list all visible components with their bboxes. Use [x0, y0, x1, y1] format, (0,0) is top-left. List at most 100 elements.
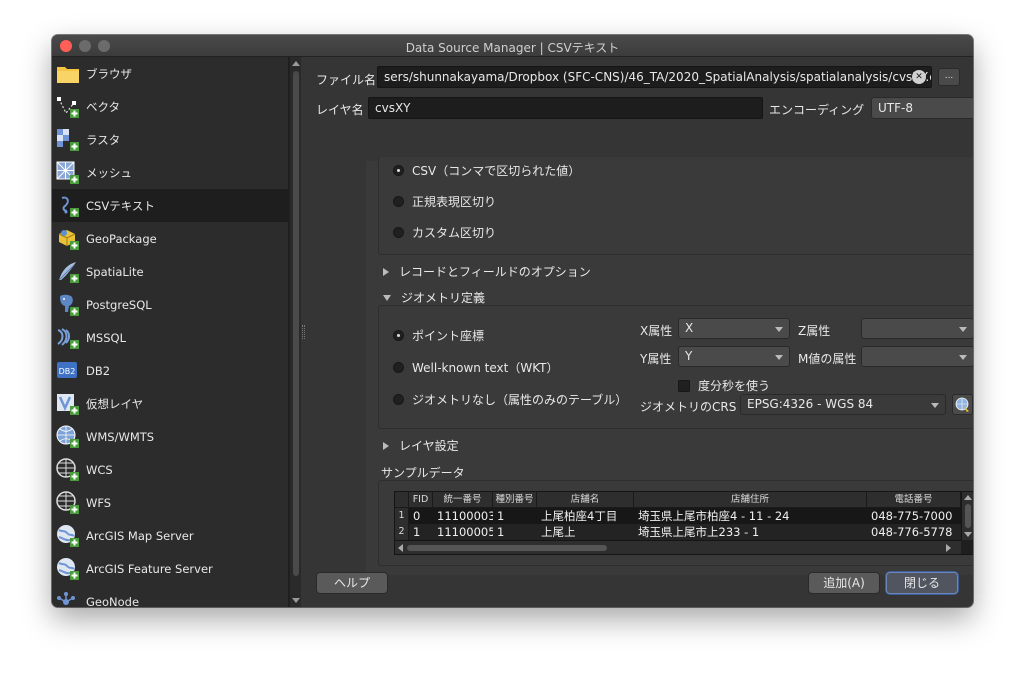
table-cell: 埼玉県上尾市上233 - 1: [638, 525, 760, 539]
globe-icon: [955, 397, 969, 412]
sidebar-item-virtual-layer[interactable]: 仮想レイヤ: [52, 387, 288, 420]
chevron-down-icon: [931, 403, 939, 408]
window-title: Data Source Manager | CSVテキスト: [405, 41, 620, 55]
column-header[interactable]: FID: [409, 492, 433, 508]
scroll-up-icon[interactable]: [964, 495, 972, 500]
sidebar-item-mssql[interactable]: MSSQL: [52, 321, 288, 354]
chevron-down-icon: [959, 355, 967, 360]
radio-dot: [393, 362, 404, 373]
format-regex-radio[interactable]: 正規表現区切り: [393, 193, 496, 210]
data-source-manager-window: Data Source Manager | CSVテキスト ブラウザ ベクタ ラ…: [52, 35, 973, 607]
chevron-down-icon: [775, 327, 783, 332]
table-cell: 048-775-7000: [871, 509, 953, 523]
y-field-select[interactable]: Y: [678, 346, 790, 367]
radio-dot: [393, 165, 404, 176]
scroll-thumb[interactable]: [965, 504, 971, 528]
svg-text:DB2: DB2: [59, 367, 76, 376]
help-button[interactable]: ヘルプ: [316, 572, 388, 594]
radio-dot: [393, 394, 404, 405]
x-field-select[interactable]: X: [678, 318, 790, 339]
format-csv-radio[interactable]: CSV（コンマで区切られた値）: [393, 162, 580, 179]
table-cell: 1: [497, 525, 505, 539]
geopackage-icon: [58, 229, 79, 250]
table-vertical-scrollbar[interactable]: [961, 492, 973, 540]
geometry-none-radio[interactable]: ジオメトリなし（属性のみのテーブル）: [393, 391, 627, 408]
sidebar-scroll-thumb[interactable]: [293, 71, 299, 576]
table-cell: 0: [413, 509, 421, 523]
sidebar-item-wfs[interactable]: WFS: [52, 486, 288, 519]
sidebar-item-browser[interactable]: ブラウザ: [52, 57, 288, 90]
expand-icon: [383, 441, 389, 450]
scroll-down-icon[interactable]: [964, 532, 972, 537]
column-header[interactable]: 電話番号: [867, 492, 961, 508]
file-path-input[interactable]: sers/shunnakayama/Dropbox (SFC-CNS)/46_T…: [377, 66, 932, 88]
main-panel: ファイル名 sers/shunnakayama/Dropbox (SFC-CNS…: [306, 57, 973, 607]
panel-splitter[interactable]: [302, 325, 305, 339]
mesh-icon: [56, 161, 79, 184]
encoding-select[interactable]: UTF-8: [871, 97, 973, 119]
record-options-section[interactable]: レコードとフィールドのオプション: [383, 263, 591, 280]
geometry-section-header[interactable]: ジオメトリ定義: [383, 289, 485, 306]
sidebar-item-geopackage[interactable]: GeoPackage: [52, 222, 288, 255]
crs-select[interactable]: EPSG:4326 - WGS 84: [740, 394, 946, 415]
sidebar-item-wcs[interactable]: WCS: [52, 453, 288, 486]
scroll-thumb[interactable]: [407, 545, 607, 551]
layer-settings-section[interactable]: レイヤ設定: [383, 437, 459, 454]
add-button[interactable]: 追加(A): [808, 572, 880, 594]
sidebar-item-mesh[interactable]: メッシュ: [52, 156, 288, 189]
crs-selector-button[interactable]: [952, 394, 973, 415]
sidebar-scrollbar[interactable]: [289, 57, 301, 607]
x-field-label: X属性: [640, 324, 673, 338]
encoding-value: UTF-8: [878, 101, 913, 115]
browse-button[interactable]: ...: [938, 68, 960, 86]
geometry-wkt-radio[interactable]: Well-known text（WKT）: [393, 359, 559, 376]
sidebar-item-spatialite[interactable]: SpatiaLite: [52, 255, 288, 288]
sidebar-item-raster[interactable]: ラスタ: [52, 123, 288, 156]
scroll-left-icon[interactable]: [398, 544, 403, 552]
chevron-down-icon: [959, 327, 967, 332]
collapse-icon: [383, 294, 391, 301]
encoding-label: エンコーディング: [769, 103, 865, 117]
m-field-select[interactable]: [861, 346, 973, 367]
table-cell: 048-776-5778: [871, 525, 953, 539]
column-header[interactable]: 店舗名: [537, 492, 634, 508]
format-custom-radio[interactable]: カスタム区切り: [393, 224, 496, 241]
wfs-icon: [56, 490, 79, 514]
z-field-label: Z属性: [798, 324, 831, 338]
sidebar-item-postgresql[interactable]: PostgreSQL: [52, 288, 288, 321]
layer-name-label: レイヤ名: [316, 103, 364, 117]
table-horizontal-scrollbar[interactable]: [395, 540, 961, 554]
sidebar-item-csv[interactable]: CSVテキスト: [52, 189, 288, 222]
sidebar-item-arcgis-map-server[interactable]: ArcGIS Map Server: [52, 519, 288, 552]
arcgis-map-icon: [57, 524, 79, 547]
sidebar-item-wms[interactable]: WMS/WMTS: [52, 420, 288, 453]
column-header[interactable]: 店舗住所: [634, 492, 867, 508]
sidebar-scroll-down[interactable]: [292, 598, 300, 603]
dms-checkbox[interactable]: 度分秒を使う: [678, 377, 770, 394]
column-header[interactable]: 統一番号: [433, 492, 493, 508]
row-header[interactable]: 1: [395, 508, 409, 524]
table-cell: 上尾上: [541, 525, 576, 539]
sidebar-item-geonode[interactable]: GeoNode: [52, 585, 288, 607]
title-bar: Data Source Manager | CSVテキスト: [52, 35, 973, 57]
geometry-point-radio[interactable]: ポイント座標: [393, 327, 484, 344]
wms-icon: [56, 425, 79, 448]
sidebar-item-db2[interactable]: DB2 DB2: [52, 354, 288, 387]
row-header[interactable]: 2: [395, 524, 409, 540]
sidebar-scroll-up[interactable]: [292, 61, 300, 66]
scroll-right-icon[interactable]: [946, 544, 951, 552]
geonode-icon: [57, 591, 75, 605]
expand-icon: [383, 267, 389, 276]
z-field-select[interactable]: [861, 318, 973, 339]
arcgis-feature-icon: [57, 557, 79, 580]
postgresql-icon: [60, 294, 79, 316]
clear-icon[interactable]: ✕: [912, 70, 926, 84]
sidebar-item-arcgis-feature-server[interactable]: ArcGIS Feature Server: [52, 552, 288, 585]
column-header[interactable]: 種別番号: [493, 492, 537, 508]
layer-name-input[interactable]: cvsXY: [368, 97, 763, 119]
sidebar-item-vector[interactable]: ベクタ: [52, 90, 288, 123]
close-button[interactable]: 閉じる: [886, 572, 958, 594]
folder-icon: [57, 66, 79, 83]
checkbox-box: [678, 379, 690, 392]
radio-dot: [393, 196, 404, 207]
